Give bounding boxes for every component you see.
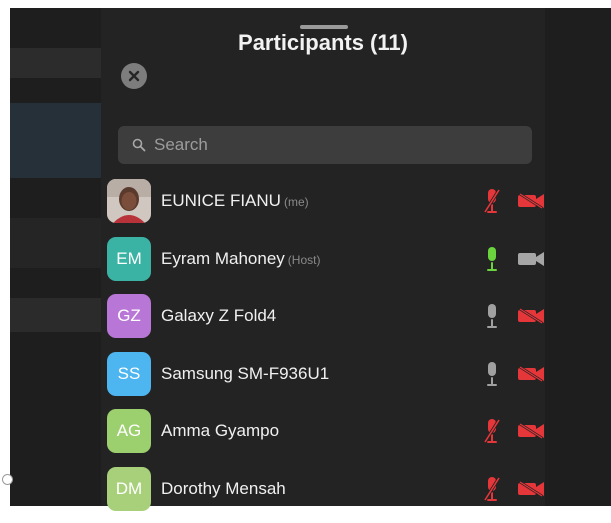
participant-name: Dorothy Mensah bbox=[161, 479, 286, 498]
video-camera-off-icon[interactable] bbox=[517, 481, 545, 497]
participant-row[interactable]: DM Dorothy Mensah bbox=[101, 466, 545, 523]
avatar bbox=[107, 179, 151, 223]
participant-row[interactable]: EUNICE FIANU(me) bbox=[101, 178, 545, 236]
background-strip bbox=[10, 218, 102, 268]
avatar: GZ bbox=[107, 294, 151, 338]
participant-name: Samsung SM-F936U1 bbox=[161, 364, 329, 383]
participant-name: Eyram Mahoney bbox=[161, 249, 285, 268]
background-strip bbox=[10, 103, 102, 178]
participants-panel: Participants (11) EUNICE FIANU(me) EM Eyra… bbox=[101, 8, 545, 506]
participant-name: EUNICE FIANU bbox=[161, 191, 281, 210]
mic-off-icon[interactable] bbox=[483, 476, 501, 502]
participant-role-tag: (Host) bbox=[288, 253, 321, 267]
participant-name-row: Eyram Mahoney(Host) bbox=[161, 249, 320, 269]
participant-list: EUNICE FIANU(me)EMEyram Mahoney(Host)GZG… bbox=[101, 178, 545, 523]
avatar: EM bbox=[107, 237, 151, 281]
participant-name-row: Galaxy Z Fold4 bbox=[161, 306, 276, 326]
avatar: SS bbox=[107, 352, 151, 396]
drag-handle[interactable] bbox=[300, 25, 348, 29]
participant-role-tag: (me) bbox=[284, 195, 309, 209]
search-bar[interactable] bbox=[118, 126, 532, 164]
participant-name-row: Samsung SM-F936U1 bbox=[161, 364, 329, 384]
avatar: DM bbox=[107, 467, 151, 511]
search-icon bbox=[132, 138, 146, 152]
participant-name-row: Amma Gyampo bbox=[161, 421, 279, 441]
panel-title: Participants (11) bbox=[101, 30, 545, 56]
video-camera-off-icon[interactable] bbox=[517, 193, 545, 209]
close-icon bbox=[128, 70, 140, 82]
participant-name: Amma Gyampo bbox=[161, 421, 279, 440]
background-strip bbox=[10, 298, 102, 332]
background-strip bbox=[10, 48, 102, 78]
mic-off-icon[interactable] bbox=[483, 418, 501, 444]
resize-handle[interactable] bbox=[2, 474, 13, 485]
close-button[interactable] bbox=[121, 63, 147, 89]
video-camera-icon[interactable] bbox=[517, 251, 545, 267]
video-camera-off-icon[interactable] bbox=[517, 423, 545, 439]
video-camera-off-icon[interactable] bbox=[517, 366, 545, 382]
mic-off-icon[interactable] bbox=[483, 188, 501, 214]
mic-icon[interactable] bbox=[483, 303, 501, 329]
avatar: AG bbox=[107, 409, 151, 453]
video-camera-off-icon[interactable] bbox=[517, 308, 545, 324]
mic-icon[interactable] bbox=[483, 246, 501, 272]
participant-row[interactable]: AG Amma Gyampo bbox=[101, 408, 545, 466]
participant-name: Galaxy Z Fold4 bbox=[161, 306, 276, 325]
participant-row[interactable]: EM Eyram Mahoney(Host) bbox=[101, 236, 545, 294]
mic-icon[interactable] bbox=[483, 361, 501, 387]
search-input[interactable] bbox=[154, 135, 532, 155]
participant-name-row: EUNICE FIANU(me) bbox=[161, 191, 309, 211]
participant-row[interactable]: SS Samsung SM-F936U1 bbox=[101, 351, 545, 409]
participant-row[interactable]: GZ Galaxy Z Fold4 bbox=[101, 293, 545, 351]
participant-name-row: Dorothy Mensah bbox=[161, 479, 286, 499]
